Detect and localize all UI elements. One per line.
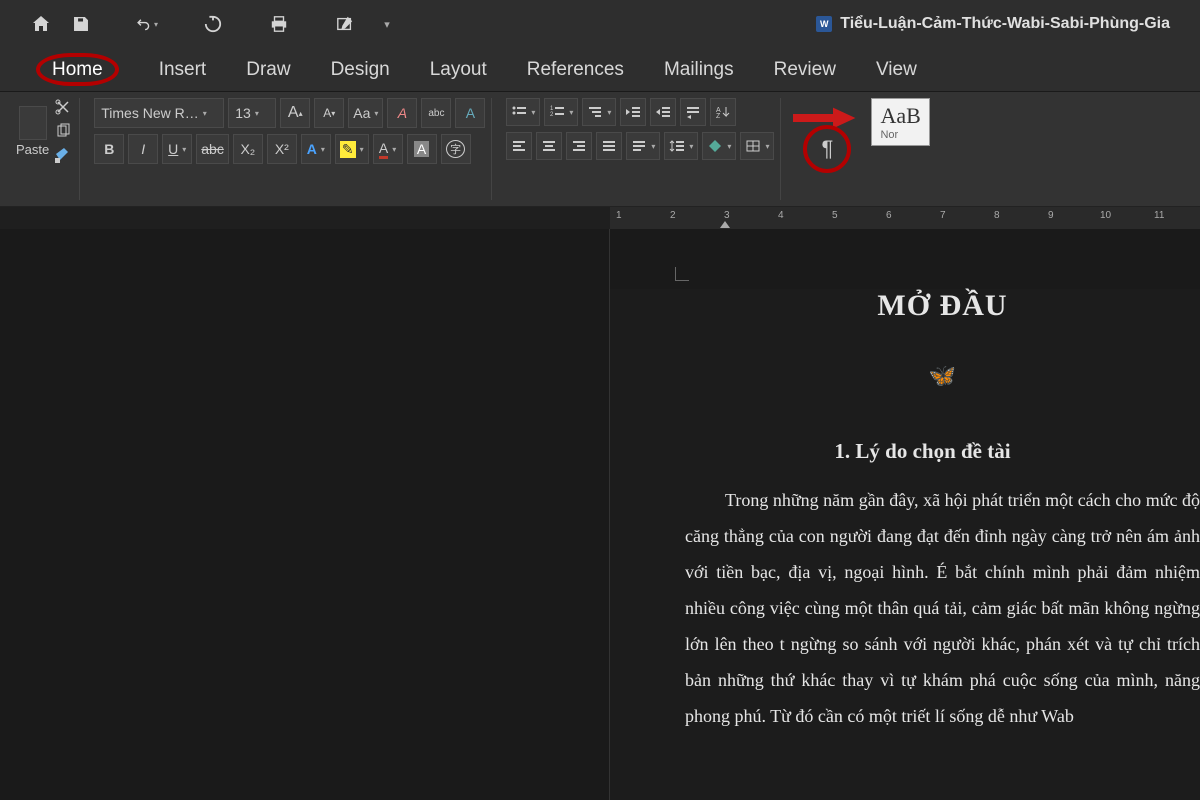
subscript-button[interactable]: X₂ <box>233 134 263 164</box>
style-sample: AaB <box>880 103 920 129</box>
tab-home[interactable]: Home <box>18 53 137 87</box>
tab-view[interactable]: View <box>858 53 935 87</box>
tab-layout[interactable]: Layout <box>412 53 505 87</box>
navigation-pane[interactable] <box>0 229 610 800</box>
save-icon[interactable] <box>70 13 92 35</box>
document-page[interactable]: MỞ ĐẦU 🦋 1. Lý do chọn đề tài Trong nhữn… <box>610 289 1200 800</box>
tab-mailings[interactable]: Mailings <box>646 53 752 87</box>
text-effects-button[interactable]: A▾ <box>301 134 331 164</box>
margin-guide-icon <box>675 267 689 281</box>
clear-format-button[interactable]: A <box>387 98 417 128</box>
bold-button[interactable]: B <box>94 134 124 164</box>
char-shading-button[interactable]: A <box>407 134 437 164</box>
svg-text:Z: Z <box>716 113 721 119</box>
tab-draw[interactable]: Draw <box>228 53 308 87</box>
customize-qat-icon[interactable]: ▾ <box>374 13 396 35</box>
tab-design[interactable]: Design <box>313 53 408 87</box>
distribute-button[interactable]: ▾ <box>626 132 660 160</box>
line-spacing-button[interactable]: ▾ <box>664 132 698 160</box>
align-left-button[interactable] <box>506 132 532 160</box>
styles-group: AaB Nor <box>865 98 935 200</box>
show-hide-marks-button[interactable]: ¶ <box>812 134 842 164</box>
shading-button[interactable]: ▾ <box>702 132 736 160</box>
indent-marker-icon[interactable] <box>720 221 730 228</box>
ribbon: Paste Times New R…▾ 13▾ A▴ A▾ Aa▾ A abc … <box>0 92 1200 207</box>
phonetic-guide-button[interactable]: abc <box>421 98 451 128</box>
borders-button[interactable]: ▾ <box>740 132 774 160</box>
decrease-indent-button[interactable] <box>620 98 646 126</box>
document-title: Tiểu-Luận-Cảm-Thức-Wabi-Sabi-Phùng-Gia <box>840 15 1170 33</box>
quick-access-toolbar: ▾ ▾ W Tiểu-Luận-Cảm-Thức-Wabi-Sabi-Phùng… <box>0 0 1200 48</box>
ornament-icon: 🦋 <box>685 363 1200 389</box>
font-size-dropdown[interactable]: 13▾ <box>228 98 276 128</box>
home-icon[interactable] <box>30 13 52 35</box>
align-center-button[interactable] <box>536 132 562 160</box>
copy-icon[interactable] <box>53 122 73 140</box>
strike-button[interactable]: abc <box>196 134 229 164</box>
title-bar: W Tiểu-Luận-Cảm-Thức-Wabi-Sabi-Phùng-Gia <box>414 15 1170 33</box>
ribbon-tabs: Home Insert Draw Design Layout Reference… <box>0 48 1200 92</box>
align-right-button[interactable] <box>566 132 592 160</box>
numbering-button[interactable]: 12▾ <box>544 98 578 126</box>
format-painter-icon[interactable] <box>53 146 73 164</box>
style-normal[interactable]: AaB Nor <box>871 98 929 146</box>
print-icon[interactable] <box>268 13 290 35</box>
style-label: Nor <box>880 129 920 141</box>
multilevel-button[interactable]: ▾ <box>582 98 616 126</box>
paste-button[interactable]: Paste <box>16 106 49 157</box>
doc-body-text[interactable]: Trong những năm gần đây, xã hội phát tri… <box>685 482 1200 734</box>
tab-review[interactable]: Review <box>756 53 854 87</box>
increase-indent-button[interactable] <box>650 98 676 126</box>
font-group: Times New R…▾ 13▾ A▴ A▾ Aa▾ A abc A B I … <box>88 98 492 200</box>
ltr-button[interactable] <box>680 98 706 126</box>
font-color-button[interactable]: A▾ <box>373 134 403 164</box>
paste-label: Paste <box>16 142 49 157</box>
doc-section-heading: 1. Lý do chọn đề tài <box>645 439 1200 464</box>
svg-text:2: 2 <box>550 112 554 118</box>
annotation-circle: ¶ <box>803 125 851 173</box>
clipboard-group: Paste <box>10 98 80 200</box>
char-border-button[interactable]: A <box>455 98 485 128</box>
paragraph-group: ▾ 12▾ ▾ AZ ▾ ▾ ▾ ▾ <box>500 98 781 200</box>
doc-heading: MỞ ĐẦU <box>685 289 1200 323</box>
cut-icon[interactable] <box>53 98 73 116</box>
superscript-button[interactable]: X² <box>267 134 297 164</box>
editor-area: MỞ ĐẦU 🦋 1. Lý do chọn đề tài Trong nhữn… <box>0 229 1200 800</box>
redo-icon[interactable] <box>202 13 224 35</box>
grow-font-button[interactable]: A▴ <box>280 98 310 128</box>
ruler[interactable]: 1 2 3 4 5 6 7 8 9 10 11 <box>0 207 1200 229</box>
highlight-button[interactable]: ✎▾ <box>335 134 369 164</box>
bullets-button[interactable]: ▾ <box>506 98 540 126</box>
underline-button[interactable]: U▾ <box>162 134 192 164</box>
tab-insert[interactable]: Insert <box>141 53 225 87</box>
enclose-char-button[interactable]: 字 <box>441 134 471 164</box>
italic-button[interactable]: I <box>128 134 158 164</box>
quick-edit-icon[interactable] <box>334 13 356 35</box>
horizontal-ruler[interactable]: 1 2 3 4 5 6 7 8 9 10 11 <box>610 207 1200 229</box>
undo-icon[interactable]: ▾ <box>136 13 158 35</box>
document-viewport[interactable]: MỞ ĐẦU 🦋 1. Lý do chọn đề tài Trong nhữn… <box>610 229 1200 800</box>
shrink-font-button[interactable]: A▾ <box>314 98 344 128</box>
word-doc-icon: W <box>816 16 832 32</box>
change-case-button[interactable]: Aa▾ <box>348 98 383 128</box>
sort-button[interactable]: AZ <box>710 98 736 126</box>
font-name-dropdown[interactable]: Times New R…▾ <box>94 98 224 128</box>
justify-button[interactable] <box>596 132 622 160</box>
tab-references[interactable]: References <box>509 53 642 87</box>
clipboard-icon <box>19 106 47 140</box>
show-marks-group: ¶ <box>789 98 857 200</box>
